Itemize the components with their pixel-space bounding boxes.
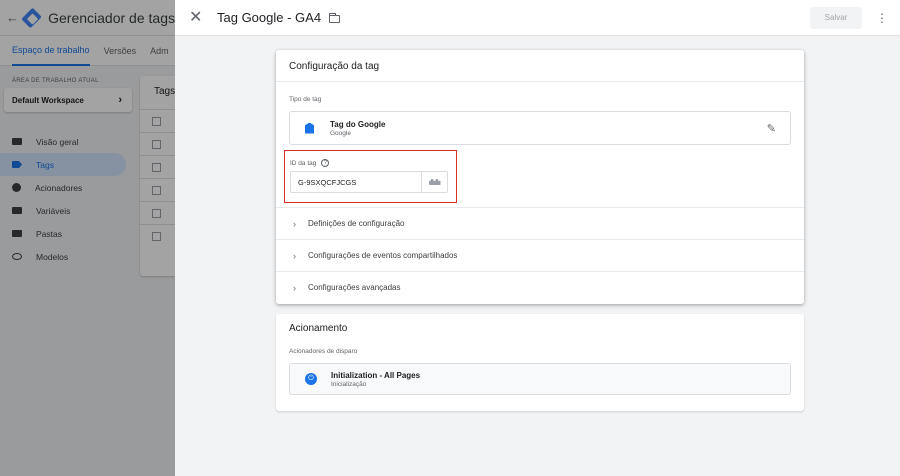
editor-header: ✕ Tag Google - GA4 Salvar ⋮ xyxy=(175,0,900,36)
tag-id-highlight: ID da tag ? G-9SXQCFJCGS xyxy=(284,150,457,203)
tag-type-name: Tag do Google xyxy=(330,119,386,129)
tag-id-input[interactable]: G-9SXQCFJCGS xyxy=(290,171,448,193)
close-icon[interactable]: ✕ xyxy=(189,9,205,26)
triggering-card[interactable]: Acionamento Acionadores de disparo ⏻ Ini… xyxy=(276,314,804,411)
trigger-type: Inicialização xyxy=(331,380,367,388)
expander-config-settings[interactable]: › Definições de configuração xyxy=(276,207,804,239)
tag-editor-panel: ✕ Tag Google - GA4 Salvar ⋮ Configuração… xyxy=(175,0,900,476)
expander-shared-event-settings[interactable]: › Configurações de eventos compartilhado… xyxy=(276,239,804,271)
expander-advanced-settings[interactable]: › Configurações avançadas xyxy=(276,271,804,303)
expander-label: Definições de configuração xyxy=(308,219,405,228)
card-title: Configuração da tag xyxy=(276,50,804,82)
chevron-right-icon: › xyxy=(293,282,296,293)
firing-triggers-label: Acionadores de disparo xyxy=(289,348,358,355)
folder-icon[interactable] xyxy=(328,12,341,23)
save-button[interactable]: Salvar xyxy=(810,6,862,29)
tag-id-value[interactable]: G-9SXQCFJCGS xyxy=(291,178,421,187)
variable-picker-icon[interactable] xyxy=(421,171,447,193)
chevron-right-icon: › xyxy=(293,250,296,261)
modal-overlay[interactable] xyxy=(0,0,175,476)
chevron-right-icon: › xyxy=(293,218,296,229)
more-vert-icon[interactable]: ⋮ xyxy=(874,12,890,24)
card-title: Acionamento xyxy=(289,323,348,334)
expander-label: Configurações de eventos compartilhados xyxy=(308,251,458,260)
tag-type-vendor: Google xyxy=(330,129,351,137)
edit-icon[interactable]: ✎ xyxy=(767,122,776,135)
tag-id-label-row: ID da tag ? xyxy=(290,159,330,167)
tag-type-selector[interactable]: Tag do Google Google ✎ xyxy=(289,111,791,145)
help-icon[interactable]: ? xyxy=(321,159,330,167)
tag-type-label: Tipo de tag xyxy=(289,96,322,103)
expander-label: Configurações avançadas xyxy=(308,283,401,292)
tag-name-title[interactable]: Tag Google - GA4 xyxy=(217,10,321,25)
trigger-name: Initialization - All Pages xyxy=(331,370,421,380)
power-icon: ⏻ xyxy=(305,373,317,385)
trigger-item[interactable]: ⏻ Initialization - All Pages Inicializaç… xyxy=(289,363,791,395)
google-tag-icon xyxy=(305,122,314,134)
tag-id-label: ID da tag xyxy=(290,159,317,167)
tag-configuration-card: Configuração da tag Tipo de tag Tag do G… xyxy=(276,50,804,304)
